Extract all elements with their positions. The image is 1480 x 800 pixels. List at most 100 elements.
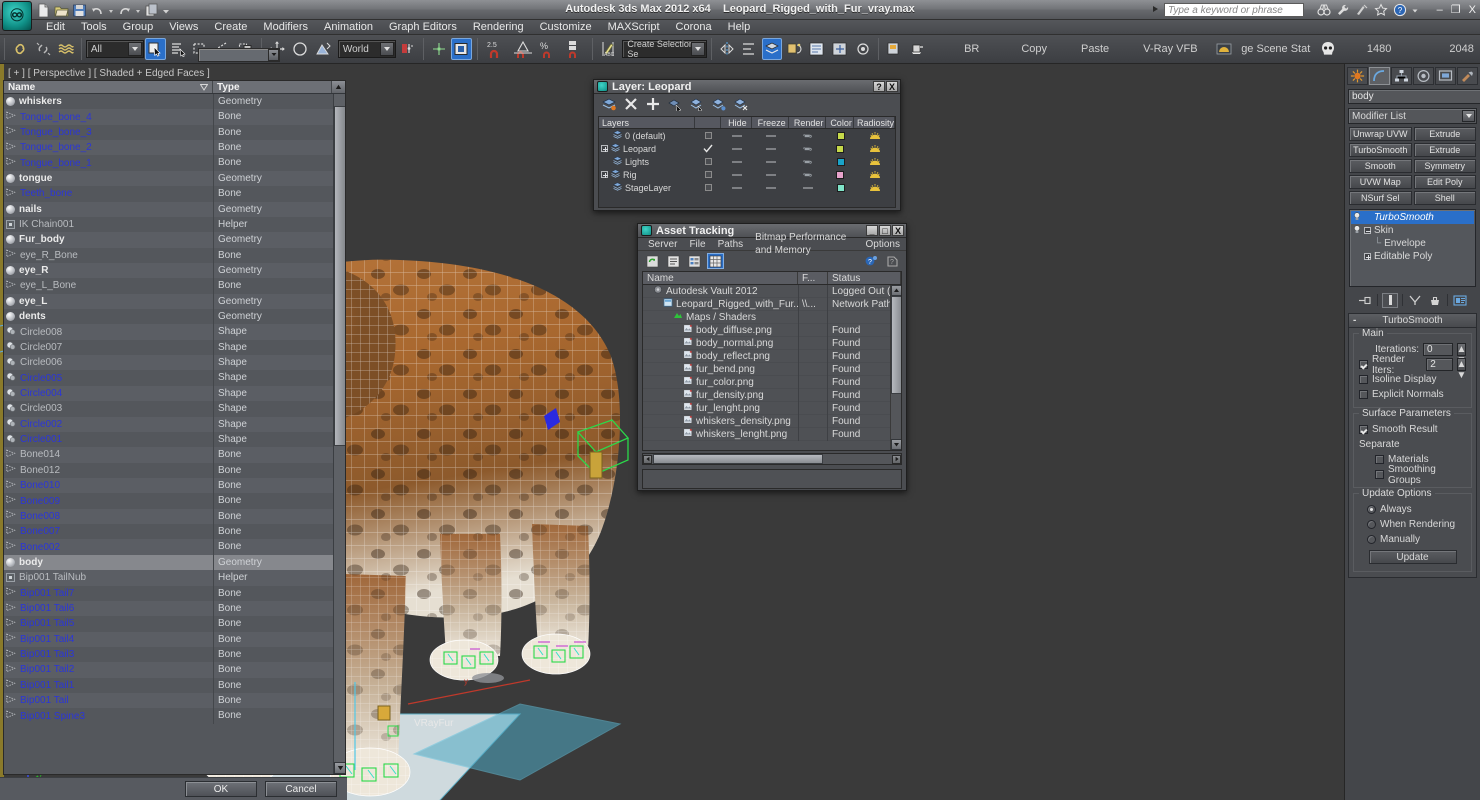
asset-horizontal-scrollbar[interactable] (642, 453, 902, 465)
scroll-up-icon[interactable] (891, 285, 901, 296)
layer-current-toggle[interactable] (695, 168, 721, 181)
light-bulb-icon[interactable] (1353, 224, 1361, 237)
use-pivot-point-center-icon[interactable] (397, 38, 418, 60)
question-icon[interactable]: ? (883, 253, 900, 269)
scroll-down-icon[interactable] (334, 762, 345, 774)
ok-button[interactable]: OK (185, 781, 257, 797)
layer-current-toggle[interactable] (696, 181, 722, 194)
expand-icon[interactable] (601, 145, 608, 152)
output-width-value[interactable]: 1480 (1361, 43, 1397, 55)
add-selection-icon[interactable] (646, 97, 660, 111)
cancel-button[interactable]: Cancel (265, 781, 337, 797)
checkbox-render-iters[interactable] (1359, 360, 1368, 369)
scene-list-item[interactable]: Bip001 Spine3 Bone (4, 708, 345, 724)
layer-freeze-toggle[interactable] (753, 181, 790, 194)
scene-list-item[interactable]: Bone008 Bone (4, 508, 345, 525)
scene-list-item[interactable]: Bone002 Bone (4, 539, 345, 555)
scene-list-item[interactable]: Bip001 Tail7 Bone (4, 585, 345, 601)
scene-list-item[interactable]: Circle004 Shape (4, 385, 345, 402)
qat-dropdown-icon[interactable] (162, 3, 170, 18)
scene-list-item[interactable]: Circle006 Shape (4, 355, 345, 371)
menu-item-group[interactable]: Group (115, 20, 162, 35)
grid-view-icon[interactable] (707, 253, 724, 269)
restore-button[interactable]: ❐ (1451, 3, 1461, 16)
asset-menu-server[interactable]: Server (642, 238, 683, 251)
rollup-collapse-label[interactable]: - (1353, 315, 1356, 326)
help-icon[interactable]: ? (862, 253, 879, 269)
layer-hide-toggle[interactable] (722, 155, 753, 168)
modify-tab[interactable] (1369, 67, 1390, 85)
scene-list-item[interactable]: Bone007 Bone (4, 524, 345, 540)
refresh-icon[interactable] (644, 253, 661, 269)
pin-stack-icon[interactable] (1357, 293, 1373, 308)
menu-item-maxscript[interactable]: MAXScript (600, 20, 668, 35)
menu-item-create[interactable]: Create (206, 20, 255, 35)
asset-row[interactable]: body_diffuse.png Found (643, 323, 901, 337)
scene-list-item[interactable]: Circle002 Shape (4, 416, 345, 432)
modifier-button-shell[interactable]: Shell (1413, 191, 1476, 205)
scene-list-item[interactable]: eye_L Geometry (4, 293, 345, 310)
motion-tab[interactable] (1413, 67, 1434, 85)
select-objects-in-layer-icon[interactable] (668, 97, 682, 113)
menu-item-graph-editors[interactable]: Graph Editors (381, 20, 465, 35)
layer-row[interactable]: Lights (599, 155, 895, 168)
hierarchy-tab[interactable] (1391, 67, 1412, 85)
menu-item-help[interactable]: Help (720, 20, 759, 35)
layer-freeze-toggle[interactable] (753, 168, 790, 181)
scene-list-item[interactable]: nails Geometry (4, 201, 345, 217)
sfs-col-type[interactable]: Type (213, 81, 332, 93)
scene-list-body[interactable]: whiskers Geometry Tongue_bone_4 Bone Tongue_… (4, 94, 345, 724)
align-icon[interactable] (739, 38, 760, 60)
render-preset-label[interactable]: BR (958, 43, 985, 55)
rollup-header[interactable]: - TurboSmooth (1349, 314, 1476, 328)
select-and-rotate-icon[interactable] (290, 38, 311, 60)
scene-list-item[interactable]: Bip001 Tail5 Bone (4, 616, 345, 632)
asset-scroll-thumb[interactable] (891, 296, 901, 394)
layer-radiosity-toggle[interactable] (854, 168, 895, 181)
asset-tracking-dialog[interactable]: Asset Tracking _ □ X Server File Paths Bitm… (637, 223, 907, 491)
menu-item-animation[interactable]: Animation (316, 20, 381, 35)
layer-radiosity-toggle[interactable] (854, 142, 895, 155)
checkbox-smooth-result[interactable] (1359, 425, 1368, 434)
checkbox-explicit-normals[interactable] (1359, 390, 1368, 399)
minimize-button[interactable]: – (1437, 4, 1443, 16)
percent-snap-toggle-icon[interactable]: % (537, 38, 561, 60)
scene-list-item[interactable]: Circle003 Shape (4, 401, 345, 417)
stack-item-skin[interactable]: Skin (1351, 224, 1474, 237)
search-input[interactable]: Type a keyword or phrase (1164, 3, 1304, 17)
bind-space-warp-icon[interactable] (55, 38, 76, 60)
layer-radiosity-toggle[interactable] (854, 129, 895, 142)
select-highlighted-objects-icon[interactable] (690, 97, 704, 113)
scene-list-item[interactable]: Bip001 Tail Bone (4, 693, 345, 709)
asset-row[interactable]: body_reflect.png Found (643, 349, 901, 363)
modifier-button-uvw-map[interactable]: UVW Map (1349, 175, 1412, 189)
asset-row[interactable]: fur_density.png Found (643, 388, 901, 402)
layer-hide-toggle[interactable] (721, 168, 752, 181)
hide-layer-icon[interactable] (734, 97, 748, 111)
layer-manager-dialog[interactable]: Layer: Leopard ? X Layers Hide Freeze Re… (593, 79, 901, 211)
asset-menu-file[interactable]: File (683, 238, 711, 251)
scene-list-item[interactable]: Circle008 Shape (4, 324, 345, 340)
output-height-value[interactable]: 2048 (1443, 43, 1479, 55)
rendered-frame-window-icon[interactable] (884, 38, 905, 60)
asset-row[interactable]: body_normal.png Found (643, 336, 901, 350)
layer-hide-toggle[interactable] (721, 142, 752, 155)
unlink-icon[interactable] (33, 38, 54, 60)
select-and-scale-icon[interactable] (312, 38, 333, 60)
layer-color-swatch[interactable] (827, 142, 855, 155)
app-logo-icon[interactable]: ♾ (2, 1, 32, 31)
select-and-manipulate-icon[interactable] (429, 38, 450, 60)
checkbox-isoline-display[interactable] (1359, 375, 1368, 384)
radio-manually[interactable] (1367, 535, 1376, 544)
reference-coordinate-dropdown[interactable]: World (337, 40, 396, 58)
edit-named-selection-sets-icon[interactable]: ABC (598, 38, 619, 60)
binoculars-icon[interactable] (1317, 3, 1331, 17)
sfs-col-name[interactable]: Name (4, 81, 213, 93)
modifier-button-extrude[interactable]: Extrude (1413, 143, 1476, 157)
layer-radiosity-toggle[interactable] (854, 181, 895, 194)
scene-list-item[interactable]: Fur_body Geometry (4, 232, 345, 248)
layer-hide-toggle[interactable] (722, 129, 753, 142)
scene-list-item[interactable]: tongue Geometry (4, 170, 345, 187)
scene-list-item[interactable]: Bone010 Bone (4, 477, 345, 494)
checkbox-smoothing-groups[interactable] (1375, 470, 1384, 479)
